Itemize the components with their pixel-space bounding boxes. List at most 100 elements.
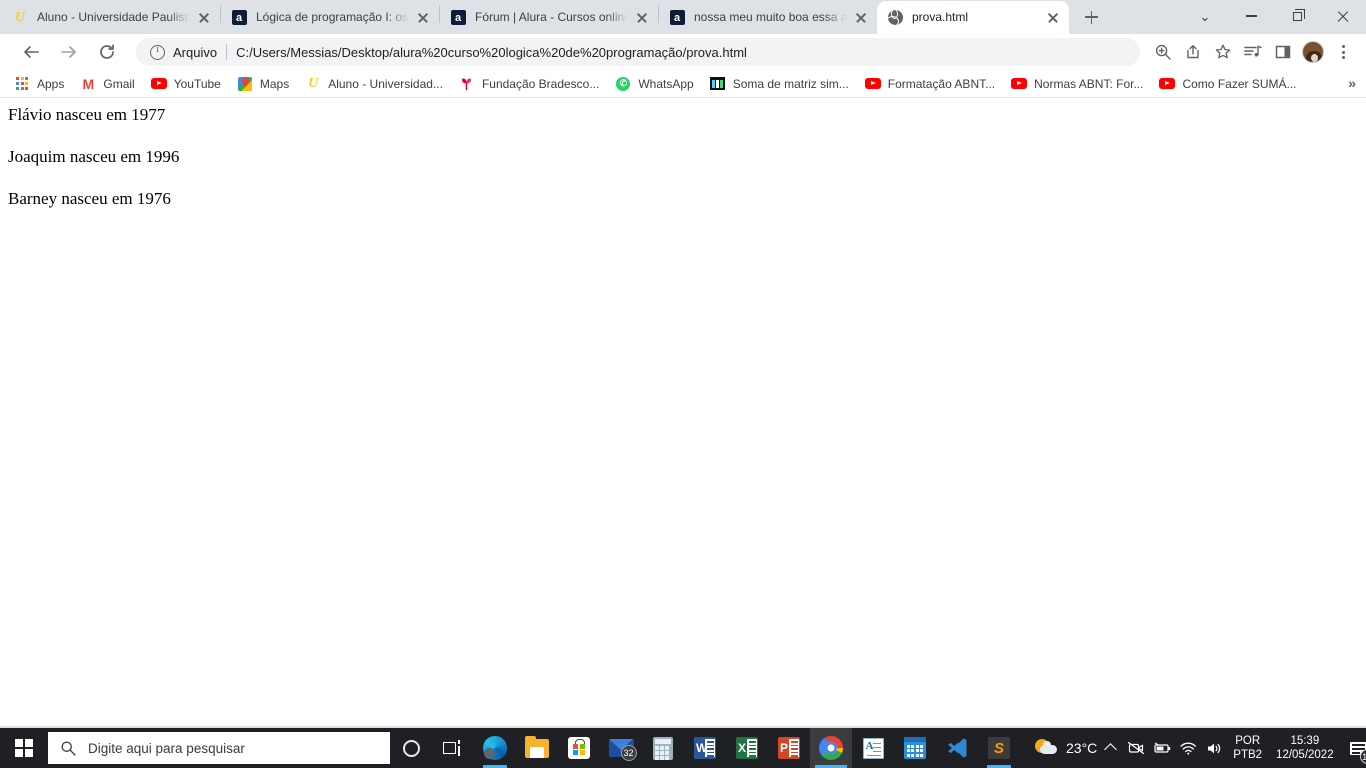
bookmark-formatacao-abnt[interactable]: Formatação ABNT...	[857, 73, 1003, 95]
taskbar-word[interactable]: W	[684, 728, 726, 768]
bookmarks-overflow-icon[interactable]: »	[1348, 75, 1356, 91]
tab-close-icon[interactable]	[415, 10, 431, 26]
tab-search-chevron-down-icon[interactable]: ⌄	[1182, 0, 1228, 32]
omnibox-divider	[226, 44, 228, 60]
search-placeholder: Digite aqui para pesquisar	[88, 740, 245, 756]
bookmark-maps[interactable]: Maps	[229, 73, 297, 95]
taskbar-excel[interactable]: X	[726, 728, 768, 768]
bookmark-como-fazer-sumario[interactable]: Como Fazer SUMÁ...	[1151, 73, 1304, 95]
browser-tab-4[interactable]: a nossa meu muito boa essa au	[659, 1, 877, 34]
bookmark-gmail[interactable]: M Gmail	[72, 73, 142, 95]
tab-title: Lógica de programação I: os	[256, 10, 409, 24]
taskbar-calculator[interactable]	[642, 728, 684, 768]
bookmark-label: Soma de matriz sim...	[732, 76, 849, 91]
tab-close-icon[interactable]	[196, 10, 212, 26]
forward-button[interactable]	[55, 38, 83, 66]
clock[interactable]: 15:39 12/05/2022	[1268, 734, 1342, 762]
tab-title: prova.html	[912, 10, 969, 24]
task-view-icon	[443, 740, 463, 756]
reading-list-icon[interactable]	[1238, 38, 1268, 66]
minimize-button[interactable]	[1228, 0, 1274, 32]
taskbar-calendar[interactable]	[894, 728, 936, 768]
wifi-icon[interactable]	[1175, 728, 1201, 768]
toolbar-icons	[1148, 38, 1358, 66]
taskbar-sublime-text[interactable]	[978, 728, 1020, 768]
bookmark-normas-abnt[interactable]: Normas ABNT: For...	[1003, 73, 1151, 95]
maximize-button[interactable]	[1274, 0, 1320, 32]
taskbar-vs-code[interactable]	[936, 728, 978, 768]
taskbar-microsoft-edge[interactable]	[474, 728, 516, 768]
bookmarks-bar: Apps M Gmail YouTube Maps U Aluno - Univ…	[0, 70, 1366, 98]
tab-close-icon[interactable]	[634, 10, 650, 26]
edge-icon	[483, 736, 507, 760]
zoom-icon[interactable]	[1148, 38, 1178, 66]
bookmark-star-icon[interactable]	[1208, 38, 1238, 66]
language-line-1: POR	[1235, 735, 1261, 747]
browser-tab-5-active[interactable]: prova.html	[877, 1, 1069, 34]
browser-toolbar: Arquivo C:/Users/Messias/Desktop/alura%2…	[0, 34, 1366, 70]
vs-code-icon	[948, 738, 967, 758]
bookmark-whatsapp[interactable]: ✆ WhatsApp	[607, 73, 701, 95]
page-info-icon[interactable]	[150, 44, 165, 60]
taskbar-mail[interactable]: 32	[600, 728, 642, 768]
browser-window: U Aluno - Universidade Paulista a Lógica…	[0, 0, 1366, 728]
bookmark-label: Como Fazer SUMÁ...	[1182, 76, 1297, 91]
browser-tab-3[interactable]: a Fórum | Alura - Cursos online	[440, 1, 658, 34]
bookmark-apps[interactable]: Apps	[6, 73, 72, 95]
youtube-icon	[1159, 76, 1176, 92]
reload-button[interactable]	[93, 38, 121, 66]
side-panel-icon[interactable]	[1268, 38, 1298, 66]
taskbar-weather[interactable]: 23°C	[1034, 738, 1097, 758]
globe-icon	[887, 10, 903, 26]
taskbar-file-explorer[interactable]	[516, 728, 558, 768]
browser-tab-2[interactable]: a Lógica de programação I: os	[221, 1, 439, 34]
camera-off-icon[interactable]	[1123, 728, 1149, 768]
url-scheme-label: Arquivo	[173, 44, 218, 60]
system-tray: POR PTB2 15:39 12/05/2022 18	[1097, 728, 1366, 768]
notifications-button[interactable]: 18	[1342, 728, 1366, 768]
taskbar-google-chrome[interactable]	[810, 728, 852, 768]
taskbar-microsoft-store[interactable]	[558, 728, 600, 768]
taskbar-wordpad[interactable]	[852, 728, 894, 768]
tab-close-icon[interactable]	[853, 10, 869, 26]
taskbar-search-input[interactable]: Digite aqui para pesquisar	[48, 732, 390, 764]
wordpad-icon	[862, 737, 884, 759]
bookmark-label: Aluno - Universidad...	[328, 76, 443, 91]
new-tab-button[interactable]	[1077, 3, 1105, 31]
bookmark-fundacao-bradesco[interactable]: Fundação Bradesco...	[451, 73, 607, 95]
bookmark-youtube[interactable]: YouTube	[143, 73, 229, 95]
maps-icon	[237, 76, 253, 92]
tab-title: Aluno - Universidade Paulista	[37, 10, 190, 24]
bookmark-label: WhatsApp	[638, 76, 694, 91]
bookmark-label: YouTube	[173, 76, 221, 91]
volume-icon[interactable]	[1201, 728, 1227, 768]
taskbar-cortana[interactable]	[390, 728, 432, 768]
unip-u-icon: U	[14, 9, 26, 25]
language-indicator[interactable]: POR PTB2	[1227, 734, 1268, 762]
back-button[interactable]	[17, 38, 45, 66]
chrome-icon	[819, 736, 843, 760]
browser-tab-1[interactable]: U Aluno - Universidade Paulista	[2, 1, 220, 34]
bookmark-label: Fundação Bradesco...	[481, 76, 600, 91]
bookmark-label: Gmail	[103, 76, 135, 91]
address-bar[interactable]: Arquivo C:/Users/Messias/Desktop/alura%2…	[136, 38, 1140, 66]
tab-close-icon[interactable]	[1045, 10, 1061, 26]
bradesco-icon	[459, 76, 475, 92]
tab-strip: U Aluno - Universidade Paulista a Lógica…	[0, 0, 1366, 34]
share-icon[interactable]	[1178, 38, 1208, 66]
bookmark-aluno-universidade[interactable]: U Aluno - Universidad...	[297, 73, 451, 95]
avatar[interactable]	[1298, 38, 1328, 66]
taskbar-powerpoint[interactable]: P	[768, 728, 810, 768]
language-line-2: PTB2	[1233, 749, 1263, 761]
weather-temperature: 23°C	[1066, 740, 1098, 756]
start-button[interactable]	[0, 728, 48, 768]
youtube-icon	[1011, 76, 1028, 92]
battery-icon[interactable]	[1149, 728, 1175, 768]
menu-dots-icon[interactable]	[1328, 38, 1358, 66]
taskbar-task-view[interactable]	[432, 728, 474, 768]
close-button[interactable]	[1320, 0, 1366, 32]
show-hidden-icons-chevron-up-icon[interactable]	[1097, 728, 1123, 768]
tab-title: nossa meu muito boa essa au	[694, 10, 847, 24]
bookmark-label: Maps	[259, 76, 290, 91]
bookmark-soma-matriz[interactable]: Soma de matriz sim...	[702, 73, 857, 95]
